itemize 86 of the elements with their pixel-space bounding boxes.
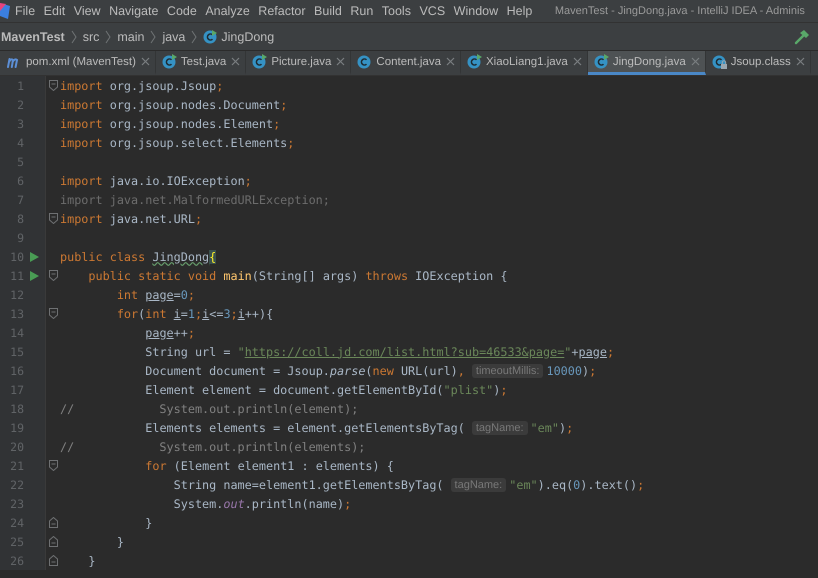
code-text: import org.jsoup.select.Elements; [60, 136, 294, 150]
hammer-icon[interactable] [794, 28, 810, 44]
close-icon[interactable] [690, 57, 700, 66]
code-text: // System.out.println(elements); [60, 440, 366, 454]
menu-item[interactable]: Refactor [258, 4, 306, 18]
close-icon[interactable] [336, 57, 346, 66]
file-tab[interactable]: JingDong.java [588, 51, 706, 75]
code-text: Element element = document.getElementById("plist"); [145, 382, 508, 396]
menu-item[interactable]: VCS [419, 4, 446, 18]
fold-icon[interactable] [48, 270, 58, 281]
class-icon [594, 54, 609, 69]
fold-icon[interactable] [48, 80, 58, 91]
menu-item[interactable]: Window [454, 4, 498, 18]
code-text: public static void main(String[] args) throws IOException { [88, 268, 508, 282]
code-text: String name=element1.getElementsByTag( [174, 478, 444, 492]
code-text: import org.jsoup.nodes.Element; [60, 116, 280, 130]
code-text: } [88, 554, 96, 568]
close-icon[interactable] [446, 57, 455, 66]
file-tab[interactable]: Jsoup.class [706, 51, 811, 75]
code-text: import java.io.IOException; [60, 174, 252, 188]
close-icon[interactable] [231, 57, 240, 66]
chevron-icon [150, 30, 156, 44]
code-text: import org.jsoup.nodes.Document; [60, 98, 288, 112]
fold-icon[interactable] [48, 213, 58, 224]
code-text: // System.out.println(element); [60, 402, 358, 416]
fold-icon[interactable] [48, 517, 58, 528]
code-text: "em").eq(0).text(); [509, 478, 644, 492]
code-text: for(int i=1;i<=3;i++){ [116, 306, 274, 320]
parameter-hint: tagName: [450, 478, 506, 492]
menu-item[interactable]: Edit [44, 4, 66, 18]
code-text: page++; [145, 326, 195, 340]
fold-icon[interactable] [48, 460, 58, 471]
close-icon[interactable] [140, 57, 150, 66]
class-icon [712, 54, 727, 69]
fold-icon[interactable] [48, 536, 58, 547]
code-text: "em"); [530, 420, 574, 434]
code-text: Elements elements = element.getElementsByTag( [145, 420, 465, 434]
code-text: } [145, 516, 152, 530]
chevron-icon [105, 30, 112, 44]
menu-item[interactable]: View [74, 4, 101, 18]
code-text: String url = "https://coll.jd.com/list.html?sub=46533&page="+page; [145, 344, 614, 358]
breadcrumb-item[interactable]: MavenTest [1, 30, 65, 44]
code-text: import java.net.MalformedURLException; [60, 192, 330, 206]
parameter-hint: tagName: [472, 420, 528, 434]
menu-item[interactable]: Tools [382, 4, 411, 18]
code-text: for (Element element1 : elements) { [145, 458, 394, 472]
file-tab[interactable]: Content.java [351, 51, 461, 75]
fold-icon[interactable] [48, 555, 58, 566]
parameter-hint: timeoutMillis: [472, 364, 544, 378]
run-icon[interactable] [30, 270, 38, 280]
menu-item[interactable]: File [15, 4, 36, 18]
menu-item[interactable]: Navigate [109, 4, 158, 18]
run-icon[interactable] [30, 252, 38, 262]
breadcrumb-item[interactable]: src [82, 30, 100, 44]
fold-icon[interactable] [48, 308, 58, 319]
breadcrumb-item[interactable]: java [162, 30, 186, 44]
code-text: 10000); [546, 364, 596, 378]
window-title: MavenTest - JingDong.java - IntelliJ IDEA - Adminis [554, 5, 805, 17]
class-icon [357, 54, 372, 69]
class-icon [466, 54, 482, 69]
file-tab[interactable]: Picture.java [246, 51, 352, 75]
code-text: System.out.println(name); [174, 496, 352, 510]
menu-item[interactable]: Build [314, 4, 342, 18]
breadcrumb-item[interactable]: main [117, 30, 144, 44]
menu-item[interactable]: Help [506, 4, 532, 18]
file-tab[interactable]: XiaoLiang1.java [460, 51, 588, 75]
code-text: import java.net.URL; [60, 212, 202, 226]
close-icon[interactable] [796, 57, 805, 66]
close-icon[interactable] [572, 57, 582, 66]
chevron-icon [191, 30, 198, 44]
menu-item[interactable]: Code [166, 4, 197, 18]
menu-item[interactable]: Run [350, 4, 374, 18]
chevron-icon [70, 30, 77, 44]
class-icon [203, 30, 218, 44]
class-icon [252, 54, 268, 69]
breadcrumb-item[interactable]: JingDong [221, 30, 274, 44]
file-tab[interactable]: Test.java [156, 51, 246, 75]
menu-item[interactable]: Analyze [205, 4, 250, 18]
file-tab[interactable]: pom.xml (MavenTest) [0, 51, 156, 75]
code-text: public class JingDong{ [60, 250, 216, 264]
code-text: Document document = Jsoup.parse(new URL(url), [145, 364, 465, 378]
app-logo-icon [0, 3, 10, 19]
code-text: } [116, 534, 124, 548]
code-text: import org.jsoup.Jsoup; [60, 78, 224, 92]
class-icon [162, 54, 177, 69]
code-text: int page=0; [116, 288, 195, 302]
